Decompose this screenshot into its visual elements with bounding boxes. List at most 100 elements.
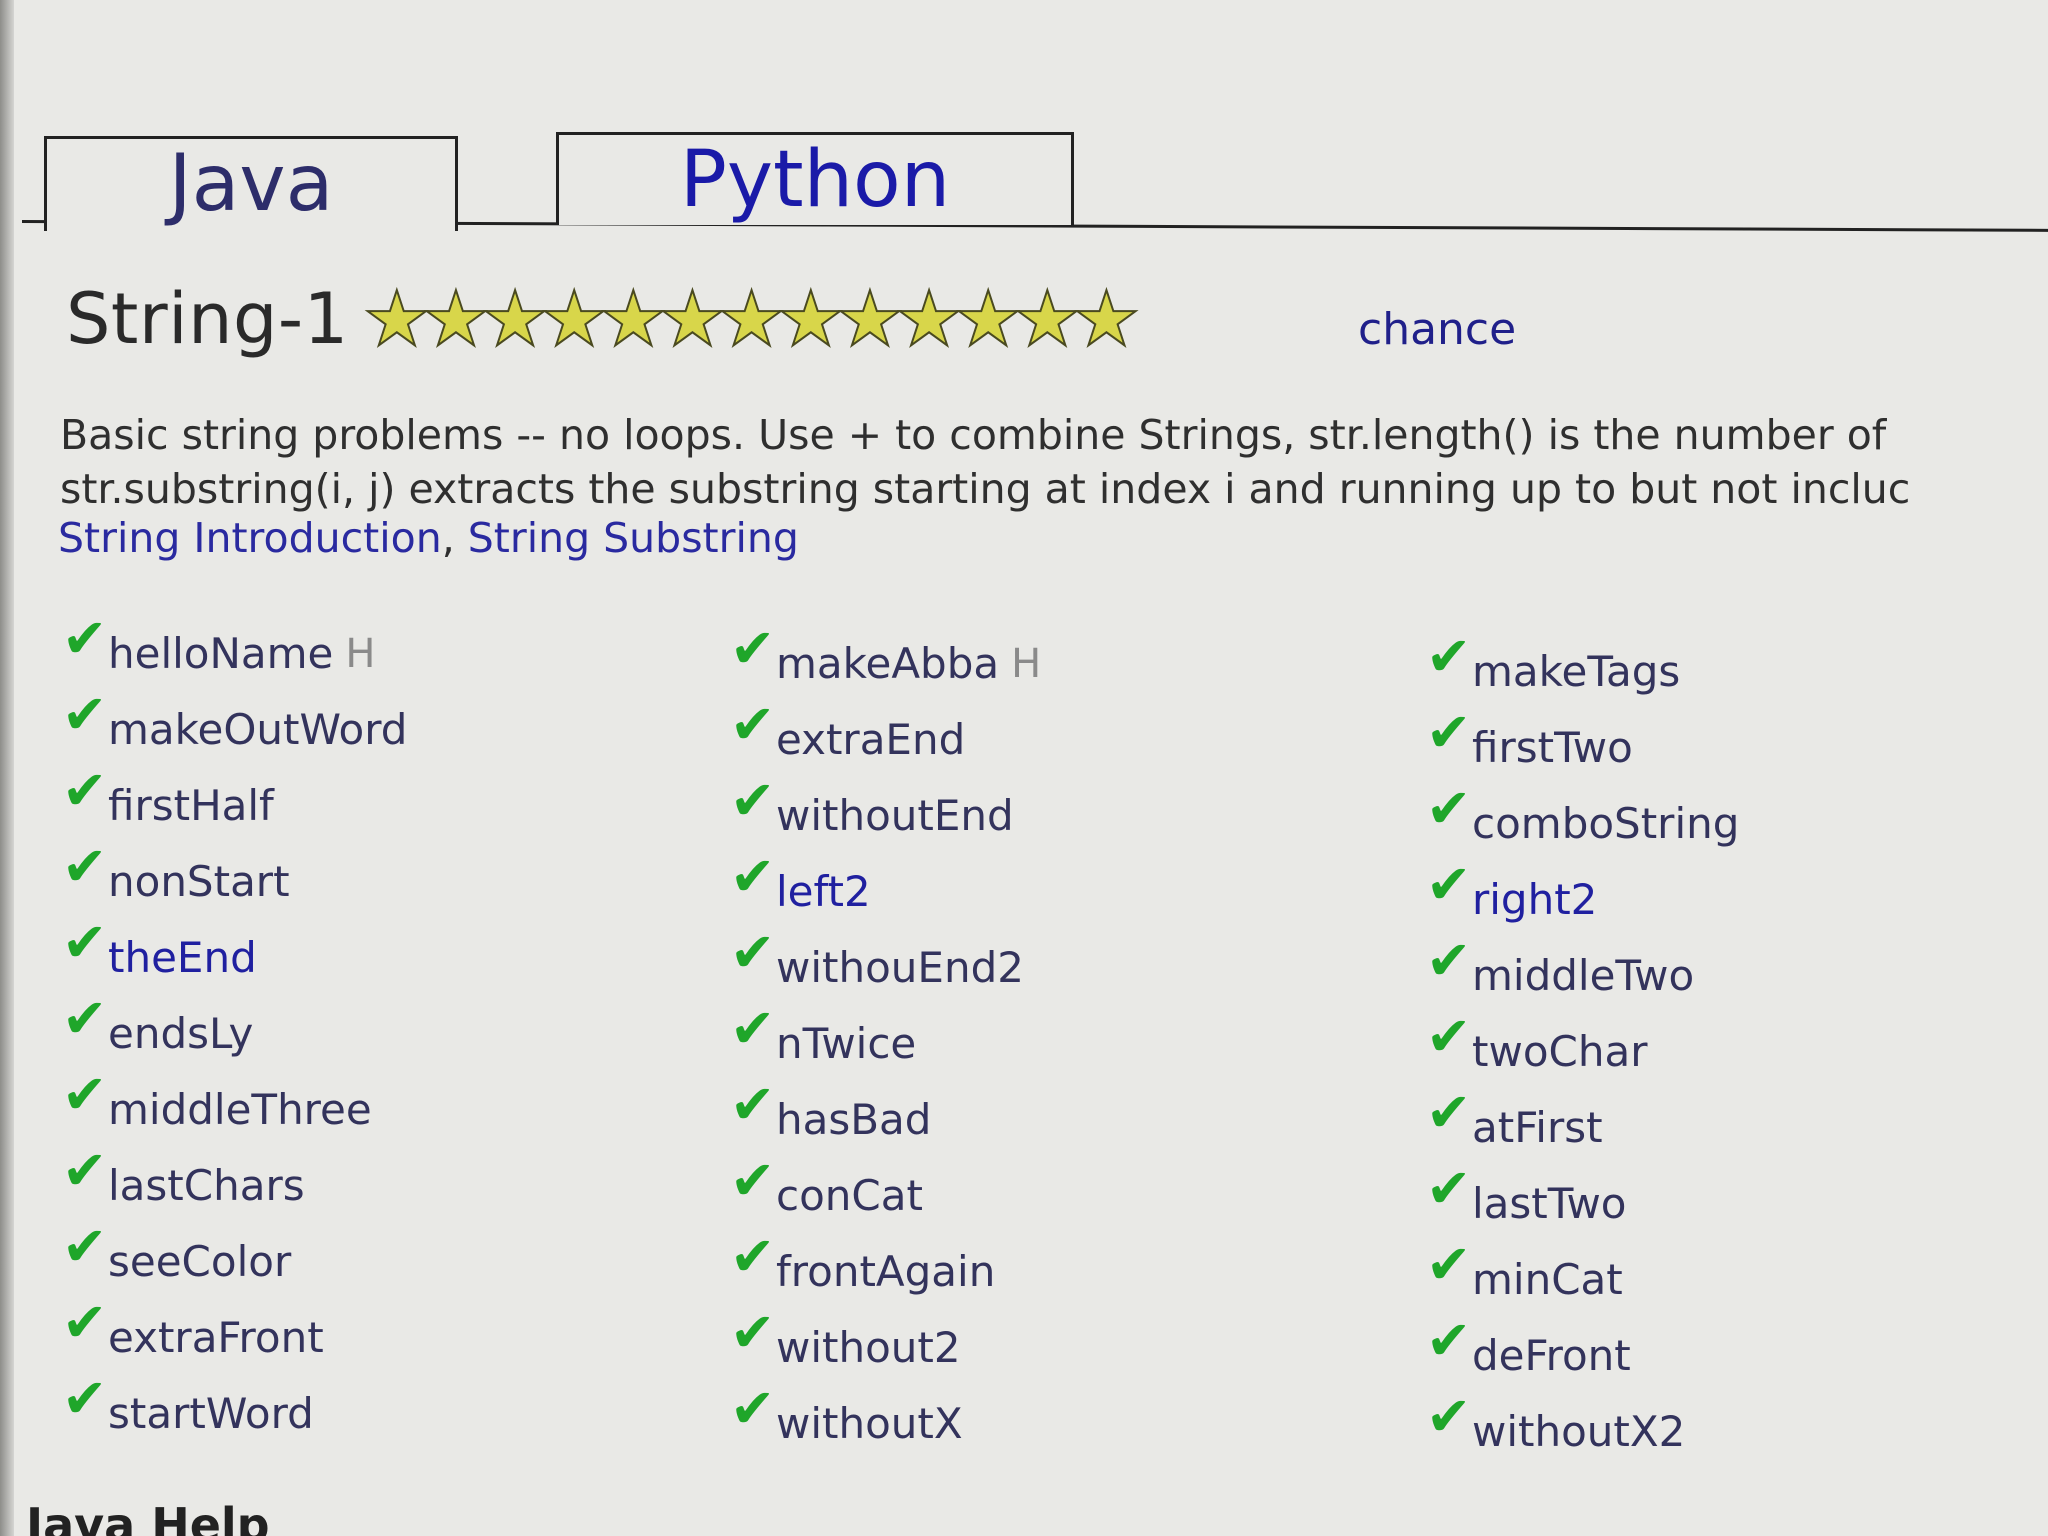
problem-name: lastChars <box>108 1161 305 1210</box>
problem-name: endsLy <box>108 1009 254 1058</box>
chance-link[interactable]: chance <box>1358 304 1516 355</box>
check-icon: ✔ <box>730 997 776 1060</box>
problem-link-theEnd[interactable]: ✔ theEnd <box>62 916 407 996</box>
problem-name: middleTwo <box>1472 951 1695 1000</box>
problem-name: twoChar <box>1472 1027 1648 1076</box>
problem-name: firstTwo <box>1472 723 1633 772</box>
problem-name: withouEnd2 <box>776 943 1024 992</box>
problem-name: lastTwo <box>1472 1179 1627 1228</box>
problem-link-endsLy[interactable]: ✔ endsLy <box>62 992 407 1072</box>
description-line-1: Basic string problems -- no loops. Use +… <box>60 411 1887 459</box>
check-icon: ✔ <box>62 1367 108 1430</box>
problem-link-lastTwo[interactable]: ✔ lastTwo <box>1426 1162 1739 1242</box>
problem-column-3: ✔ makeTags ✔ firstTwo ✔ comboString ✔ right2 ✔ mi… <box>1426 630 1740 1470</box>
check-icon: ✔ <box>62 683 108 746</box>
problem-link-left2[interactable]: ✔ left2 <box>730 850 1041 930</box>
check-icon: ✔ <box>730 1149 776 1212</box>
problem-name: startWord <box>108 1389 314 1438</box>
problem-link-seeColor[interactable]: ✔ seeColor <box>62 1220 407 1300</box>
star-icon: ★ <box>894 274 964 363</box>
problem-column-2: ✔ makeAbba H ✔ extraEnd ✔ withoutEnd ✔ left2 ✔ wit… <box>730 622 1041 1462</box>
problem-link-makeOutWord[interactable]: ✔ makeOutWord <box>62 688 407 768</box>
star-icon: ★ <box>1071 274 1141 363</box>
problem-name: nTwice <box>776 1019 917 1068</box>
tab-java-label: Java <box>168 139 334 229</box>
problem-link-withoutX2[interactable]: ✔ withoutX2 <box>1426 1390 1739 1470</box>
tab-python[interactable]: Python <box>556 132 1074 225</box>
problem-link-withouEnd2[interactable]: ✔ withouEnd2 <box>730 926 1041 1006</box>
description-line-2: str.substring(i, j) extracts the substri… <box>60 465 1911 513</box>
problem-link-makeAbba[interactable]: ✔ makeAbba H <box>730 622 1041 702</box>
tab-python-label: Python <box>679 135 951 225</box>
string-substring-link[interactable]: String Substring <box>468 514 799 562</box>
problem-link-extraFront[interactable]: ✔ extraFront <box>62 1296 407 1376</box>
check-icon: ✔ <box>1426 625 1472 688</box>
problem-name: comboString <box>1472 799 1740 848</box>
problem-link-extraEnd[interactable]: ✔ extraEnd <box>730 698 1041 778</box>
problem-name: withoutEnd <box>776 791 1014 840</box>
problem-link-nonStart[interactable]: ✔ nonStart <box>62 840 407 920</box>
star-icon: ★ <box>657 274 727 363</box>
star-icon: ★ <box>953 274 1023 363</box>
problem-link-lastChars[interactable]: ✔ lastChars <box>62 1144 407 1224</box>
problem-link-middleTwo[interactable]: ✔ middleTwo <box>1426 934 1739 1014</box>
problem-link-middleThree[interactable]: ✔ middleThree <box>62 1068 407 1148</box>
hint-marker[interactable]: H <box>345 626 375 682</box>
problem-name: nonStart <box>108 857 290 906</box>
star-icon: ★ <box>1012 274 1082 363</box>
check-icon: ✔ <box>62 759 108 822</box>
problem-link-withoutX[interactable]: ✔ withoutX <box>730 1382 1041 1462</box>
problem-name: without2 <box>776 1323 961 1372</box>
problem-link-comboString[interactable]: ✔ comboString <box>1426 782 1740 862</box>
problem-name: hasBad <box>776 1095 932 1144</box>
star-icon: ★ <box>362 274 432 363</box>
codingbat-page: Java Python String-1 ★ ★ ★ ★ ★ ★ ★ ★ ★ ★ ★ ★ ★ chanc… <box>0 0 2048 1536</box>
problem-name: atFirst <box>1472 1103 1603 1152</box>
check-icon: ✔ <box>1426 1157 1472 1220</box>
problem-link-firstTwo[interactable]: ✔ firstTwo <box>1426 706 1739 786</box>
problem-link-minCat[interactable]: ✔ minCat <box>1426 1238 1739 1318</box>
check-icon: ✔ <box>62 987 108 1050</box>
problem-name: middleThree <box>108 1085 372 1134</box>
problem-link-twoChar[interactable]: ✔ twoChar <box>1426 1010 1739 1090</box>
problem-link-deFront[interactable]: ✔ deFront <box>1426 1314 1739 1394</box>
check-icon: ✔ <box>730 769 776 832</box>
problem-link-hasBad[interactable]: ✔ hasBad <box>730 1078 1041 1158</box>
section-description: Basic string problems -- no loops. Use +… <box>60 408 2048 516</box>
problem-name: extraEnd <box>776 715 966 764</box>
string-introduction-link[interactable]: String Introduction <box>58 514 442 562</box>
check-icon: ✔ <box>1426 1233 1472 1296</box>
problem-link-startWord[interactable]: ✔ startWord <box>62 1372 407 1452</box>
problem-link-helloName[interactable]: ✔ helloName H <box>62 612 407 692</box>
star-icon: ★ <box>480 274 550 363</box>
problem-link-withoutEnd[interactable]: ✔ withoutEnd <box>730 774 1041 854</box>
problem-link-without2[interactable]: ✔ without2 <box>730 1306 1041 1386</box>
problem-link-conCat[interactable]: ✔ conCat <box>730 1154 1041 1234</box>
problem-name: withoutX2 <box>1472 1407 1686 1456</box>
problem-link-firstHalf[interactable]: ✔ firstHalf <box>62 764 407 844</box>
check-icon: ✔ <box>62 1215 108 1278</box>
problem-link-makeTags[interactable]: ✔ makeTags <box>1426 630 1739 710</box>
check-icon: ✔ <box>730 1073 776 1136</box>
hint-marker[interactable]: H <box>1011 636 1041 692</box>
check-icon: ✔ <box>730 1225 776 1288</box>
problem-link-atFirst[interactable]: ✔ atFirst <box>1426 1086 1739 1166</box>
check-icon: ✔ <box>730 921 776 984</box>
problem-link-frontAgain[interactable]: ✔ frontAgain <box>730 1230 1041 1310</box>
problem-name: makeTags <box>1472 647 1681 696</box>
check-icon: ✔ <box>730 1301 776 1364</box>
check-icon: ✔ <box>62 911 108 974</box>
check-icon: ✔ <box>62 1291 108 1354</box>
check-icon: ✔ <box>1426 1309 1472 1372</box>
java-help-heading: Java Help <box>26 1498 270 1536</box>
check-icon: ✔ <box>1426 929 1472 992</box>
problem-link-right2[interactable]: ✔ right2 <box>1426 858 1739 938</box>
check-icon: ✔ <box>1426 1005 1472 1068</box>
problem-link-nTwice[interactable]: ✔ nTwice <box>730 1002 1041 1082</box>
check-icon: ✔ <box>62 835 108 898</box>
star-icon: ★ <box>717 274 787 363</box>
tab-java[interactable]: Java <box>44 136 458 231</box>
star-icon: ★ <box>598 274 668 363</box>
star-icon: ★ <box>421 274 491 363</box>
problem-name: helloName <box>108 629 334 678</box>
